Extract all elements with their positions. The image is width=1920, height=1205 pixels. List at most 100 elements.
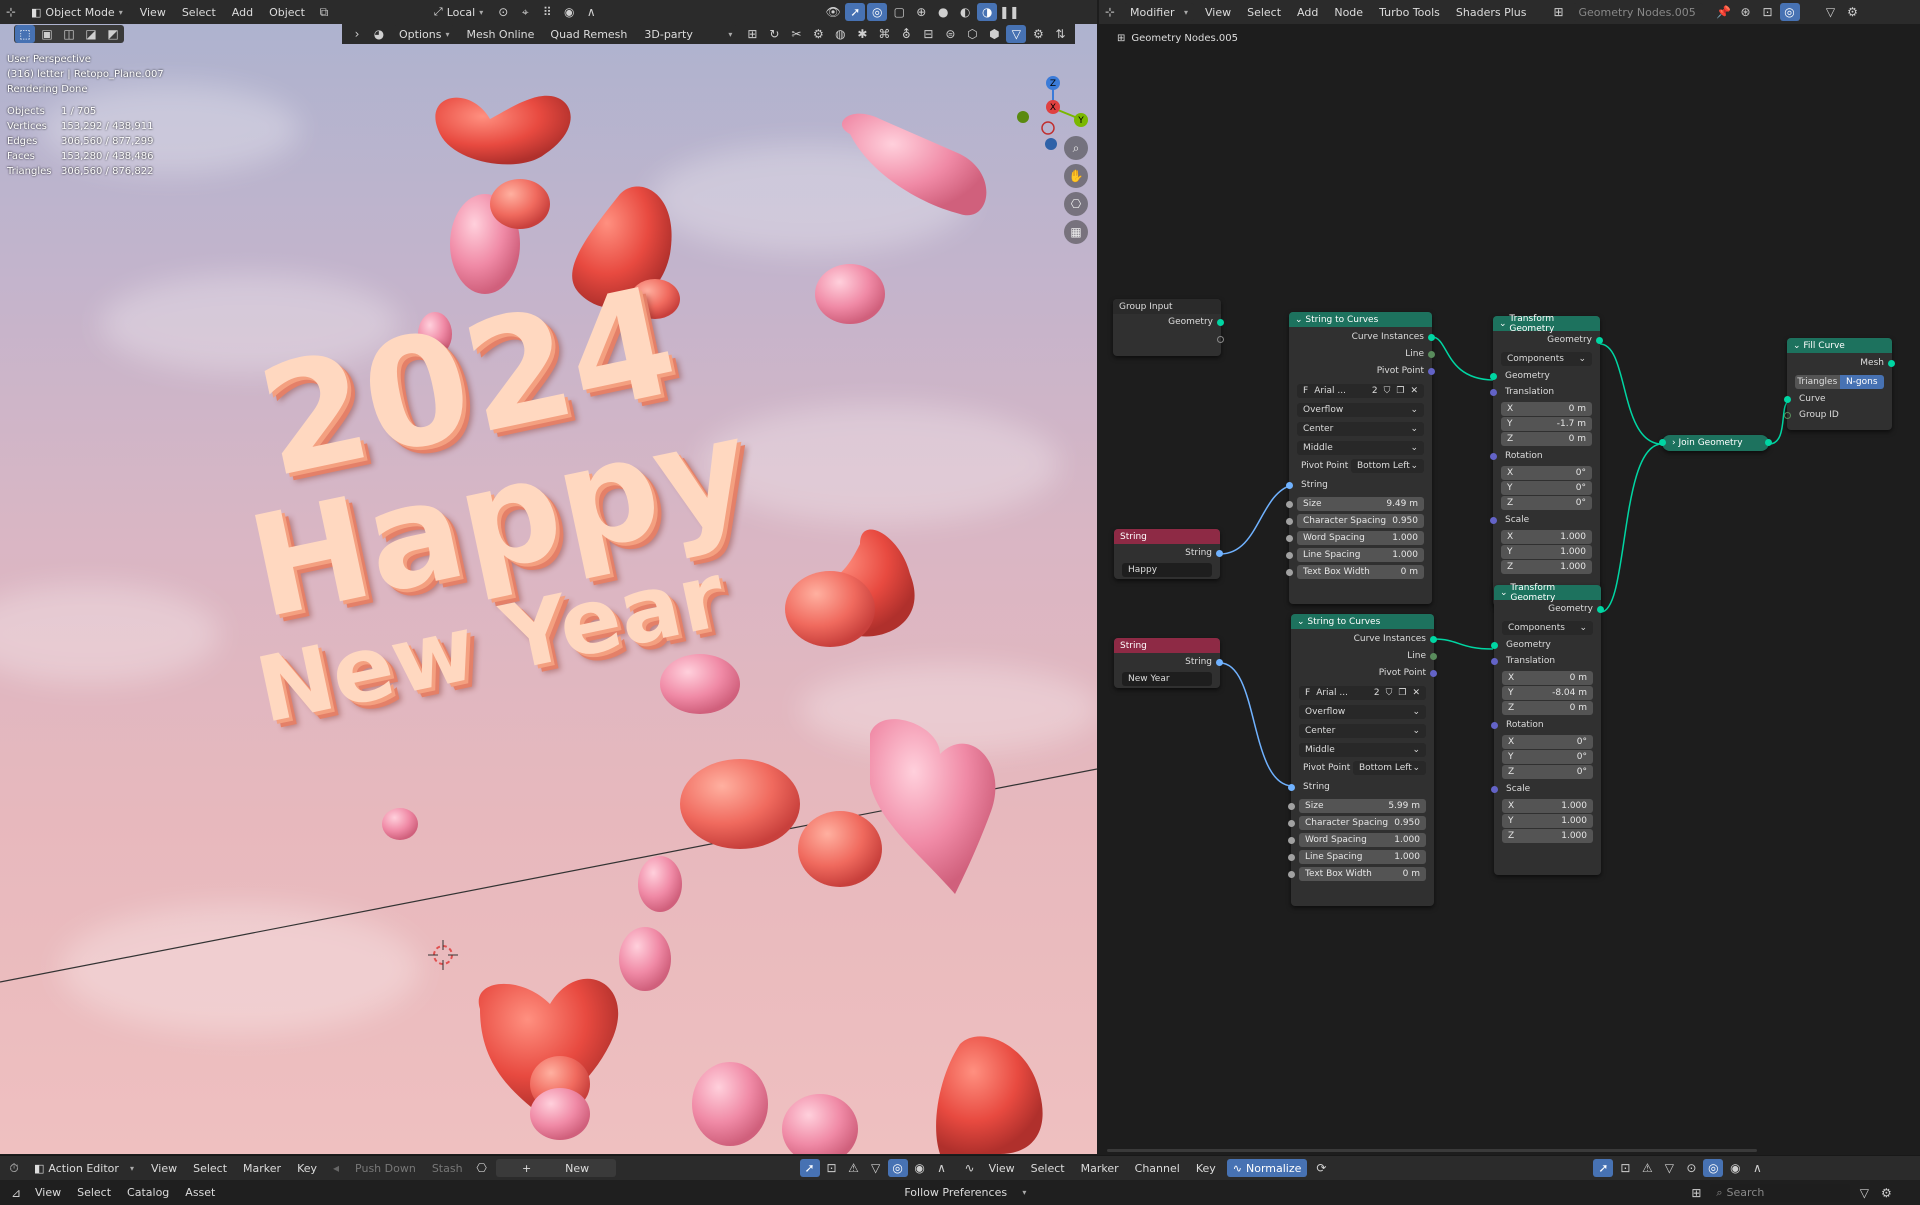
node-snap-mode-icon[interactable]: ⊡ bbox=[1758, 3, 1778, 21]
push-down-button[interactable]: Push Down bbox=[347, 1162, 424, 1175]
scale-socket[interactable] bbox=[1490, 517, 1497, 524]
tool-11-icon[interactable]: ⬡ bbox=[962, 25, 982, 43]
string-node-new-year[interactable]: String String New Year bbox=[1114, 638, 1223, 688]
snap-icon[interactable]: ⧉ bbox=[314, 3, 334, 21]
tool-8-icon[interactable]: ⛢ bbox=[896, 25, 916, 43]
graph-menu-view[interactable]: View bbox=[981, 1162, 1023, 1175]
input-socket[interactable] bbox=[1286, 552, 1293, 559]
empty-socket[interactable] bbox=[1217, 336, 1224, 343]
string-input-socket[interactable] bbox=[1286, 482, 1293, 489]
input-socket[interactable] bbox=[1288, 803, 1295, 810]
pause-icon[interactable]: ❚❚ bbox=[999, 3, 1019, 21]
3d-viewport[interactable]: 2024 Happy New Year User Perspective (31… bbox=[0, 24, 1097, 1154]
node-overlay-icon[interactable]: ◎ bbox=[1779, 3, 1800, 21]
action-nav-left-icon[interactable]: ◂ bbox=[326, 1159, 346, 1177]
menu-add[interactable]: Add bbox=[224, 6, 261, 19]
rotation-x-field[interactable]: X 0° bbox=[1501, 466, 1592, 480]
rotation-y-field[interactable]: Y 0° bbox=[1502, 750, 1593, 764]
geometry-input-socket[interactable] bbox=[1490, 373, 1497, 380]
translation-x-field[interactable]: X0 m bbox=[1502, 671, 1593, 685]
graph-menu-marker[interactable]: Marker bbox=[1073, 1162, 1127, 1175]
close-icon[interactable]: ✕ bbox=[1412, 688, 1420, 698]
action-menu-marker[interactable]: Marker bbox=[235, 1162, 289, 1175]
node-menu-select[interactable]: Select bbox=[1239, 6, 1289, 19]
shield-icon[interactable]: ⛉ bbox=[1384, 386, 1391, 396]
orientation-dropdown[interactable]: ⤢ Local ▾ bbox=[427, 3, 490, 21]
normalize-toggle[interactable]: ∿ Normalize bbox=[1226, 1159, 1308, 1177]
tool-9-icon[interactable]: ⊟ bbox=[918, 25, 938, 43]
select-mode-extend-icon[interactable]: ◫ bbox=[59, 25, 79, 43]
font-selector[interactable]: F Arial ... 2 ⛉ ❐ ✕ bbox=[1297, 384, 1424, 398]
action-snap-icon[interactable]: ◎ bbox=[887, 1159, 908, 1177]
pin-icon[interactable]: 📌 bbox=[1714, 3, 1734, 21]
text-box-width-field[interactable]: Text Box Width 0 m bbox=[1299, 867, 1426, 881]
node-context-dropdown[interactable]: Modifier ▾ bbox=[1124, 3, 1194, 21]
input-socket[interactable] bbox=[1288, 854, 1295, 861]
line-spacing-field[interactable]: Line Spacing 1.000 bbox=[1299, 850, 1426, 864]
action-proportional-icon[interactable]: ◉ bbox=[910, 1159, 930, 1177]
translation-socket[interactable] bbox=[1490, 389, 1497, 396]
asset-menu-select[interactable]: Select bbox=[69, 1186, 119, 1199]
geometry-output-socket[interactable] bbox=[1596, 337, 1603, 344]
join-geometry-node[interactable]: › Join Geometry bbox=[1659, 435, 1772, 451]
show-hidden-icon[interactable]: ⊡ bbox=[822, 1159, 842, 1177]
asset-menu-view[interactable]: View bbox=[27, 1186, 69, 1199]
graph-falloff-icon[interactable]: ∧ bbox=[1747, 1159, 1767, 1177]
string-value-field[interactable]: New Year bbox=[1122, 672, 1212, 686]
line-socket[interactable] bbox=[1428, 351, 1435, 358]
show-errors-icon[interactable]: ⚠ bbox=[844, 1159, 864, 1177]
rotation-y-field[interactable]: Y 0° bbox=[1501, 481, 1592, 495]
pivot-dropdown[interactable]: Bottom Left ⌄ bbox=[1351, 459, 1424, 473]
mesh-output-socket[interactable] bbox=[1888, 360, 1895, 367]
action-menu-select[interactable]: Select bbox=[185, 1162, 235, 1175]
tool-3-icon[interactable]: ✂ bbox=[786, 25, 806, 43]
translation-z-field[interactable]: Z0 m bbox=[1501, 432, 1592, 446]
tool-10-icon[interactable]: ⊜ bbox=[940, 25, 960, 43]
geometry-input-socket[interactable] bbox=[1491, 642, 1498, 649]
asset-search-input[interactable]: ⌕ Search bbox=[1710, 1183, 1851, 1202]
third-party-dropdown[interactable]: 3D-party ▾ bbox=[638, 25, 739, 43]
shading-render-icon[interactable]: ◑ bbox=[977, 3, 998, 21]
rotation-x-field[interactable]: X 0° bbox=[1502, 735, 1593, 749]
text-box-width-field[interactable]: Text Box Width 0 m bbox=[1297, 565, 1424, 579]
scale-x-field[interactable]: X 1.000 bbox=[1502, 799, 1593, 813]
action-falloff-icon[interactable]: ∧ bbox=[932, 1159, 952, 1177]
mode-dropdown[interactable]: Components ⌄ bbox=[1502, 621, 1593, 635]
menu-object[interactable]: Object bbox=[261, 6, 313, 19]
tool-1-icon[interactable]: ⊞ bbox=[742, 25, 762, 43]
snap-node-icon[interactable]: ⊛ bbox=[1736, 3, 1756, 21]
mesh-online-menu[interactable]: Mesh Online bbox=[458, 28, 542, 41]
curve-instances-socket[interactable] bbox=[1430, 636, 1437, 643]
node-filter-icon[interactable]: ▽ bbox=[1821, 3, 1841, 21]
geometry-output-socket[interactable] bbox=[1597, 606, 1604, 613]
overflow-dropdown[interactable]: Overflow ⌄ bbox=[1297, 403, 1424, 417]
new-action-button[interactable]: + New bbox=[495, 1159, 616, 1177]
translation-y-field[interactable]: Y -1.7 m bbox=[1501, 417, 1592, 431]
action-editor-dropdown[interactable]: ◧ Action Editor ▾ bbox=[28, 1159, 140, 1177]
import-method-dropdown[interactable]: Follow Preferences ▾ bbox=[898, 1184, 1032, 1202]
node-menu-add[interactable]: Add bbox=[1289, 6, 1326, 19]
align-x-dropdown[interactable]: Center ⌄ bbox=[1299, 724, 1426, 738]
input-socket[interactable] bbox=[1288, 871, 1295, 878]
scale-z-field[interactable]: Z 1.000 bbox=[1502, 829, 1593, 843]
scale-y-field[interactable]: Y 1.000 bbox=[1501, 545, 1592, 559]
tool-12-icon[interactable]: ⬢ bbox=[984, 25, 1004, 43]
pivot-point-socket[interactable] bbox=[1428, 368, 1435, 375]
shading-solid-icon[interactable]: ● bbox=[933, 3, 953, 21]
size-field[interactable]: Size 9.49 m bbox=[1297, 497, 1424, 511]
refresh-icon[interactable]: ⟳ bbox=[1311, 1159, 1331, 1177]
select-box-icon[interactable]: ⬚ bbox=[15, 25, 35, 43]
input-socket[interactable] bbox=[1288, 837, 1295, 844]
filter-icon[interactable]: ▽ bbox=[1006, 25, 1027, 43]
size-field[interactable]: Size 5.99 m bbox=[1299, 799, 1426, 813]
geometry-input-socket[interactable] bbox=[1659, 439, 1666, 446]
collapse-arrow-icon[interactable]: ⌄ bbox=[1793, 341, 1803, 351]
gizmo-icon[interactable]: ➚ bbox=[845, 3, 866, 21]
overflow-dropdown[interactable]: Overflow ⌄ bbox=[1299, 705, 1426, 719]
visibility-icon[interactable]: 👁 bbox=[823, 3, 843, 21]
select-mode-subtract-icon[interactable]: ◪ bbox=[81, 25, 101, 43]
action-filter-icon[interactable]: ▽ bbox=[866, 1159, 886, 1177]
node-tree-selector[interactable]: Geometry Nodes.005 bbox=[1572, 3, 1703, 21]
xray-icon[interactable]: ▢ bbox=[889, 3, 909, 21]
proportional-icon[interactable]: ◉ bbox=[559, 3, 579, 21]
